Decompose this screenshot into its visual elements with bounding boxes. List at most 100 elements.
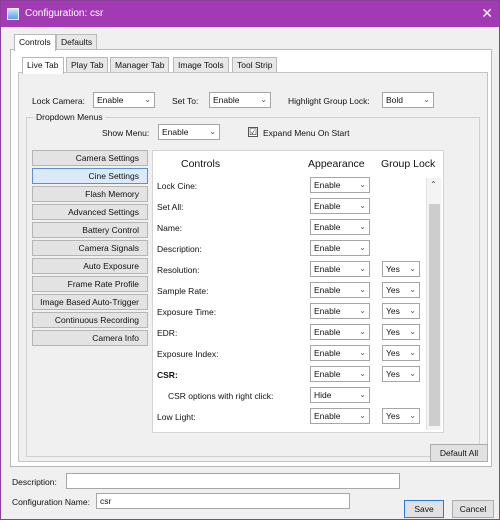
tab-defaults[interactable]: Defaults (56, 34, 98, 50)
expand-menu-label: Expand Menu On Start (263, 128, 350, 138)
appearance-value: Enable (314, 327, 341, 337)
group-lock-value: Yes (386, 348, 400, 358)
chevron-down-icon: ⌄ (359, 348, 366, 357)
appearance-dropdown[interactable]: Enable ⌄ (310, 408, 370, 424)
chevron-down-icon: ⌄ (359, 306, 366, 315)
appearance-dropdown[interactable]: Enable ⌄ (310, 282, 370, 298)
group-lock-dropdown[interactable]: Yes ⌄ (382, 324, 420, 340)
appearance-value: Enable (314, 243, 341, 253)
appearance-dropdown[interactable]: Enable ⌄ (310, 198, 370, 214)
appearance-dropdown[interactable]: Enable ⌄ (310, 240, 370, 256)
appearance-value: Enable (314, 180, 341, 190)
appearance-value: Enable (314, 348, 341, 358)
default-all-button[interactable]: Default All (430, 444, 488, 462)
row-label: CSR options with right click: (168, 391, 274, 401)
appearance-value: Enable (314, 411, 341, 421)
chevron-down-icon: ⌄ (423, 95, 430, 104)
save-button[interactable]: Save (404, 500, 444, 518)
tab-tool-strip[interactable]: Tool Strip (232, 57, 278, 73)
sidebar-camera-settings[interactable]: Camera Settings (32, 150, 148, 166)
scroll-thumb[interactable] (429, 204, 440, 426)
sidebar-continuous-recording[interactable]: Continuous Recording (32, 312, 148, 328)
appearance-dropdown[interactable]: Hide ⌄ (310, 387, 370, 403)
row-label: Exposure Time: (157, 307, 217, 317)
appearance-dropdown[interactable]: Enable ⌄ (310, 303, 370, 319)
chevron-down-icon: ⌄ (260, 95, 267, 104)
group-lock-value: Yes (386, 369, 400, 379)
dropdown-menus-title: Dropdown Menus (34, 112, 105, 122)
group-lock-value: Yes (386, 306, 400, 316)
lock-camera-label: Lock Camera: (32, 96, 85, 106)
sidebar-frame-rate-profile[interactable]: Frame Rate Profile (32, 276, 148, 292)
group-lock-dropdown[interactable]: Yes ⌄ (382, 282, 420, 298)
highlight-group-lock-value: Bold (386, 95, 404, 105)
row-label: Exposure Index: (157, 349, 219, 359)
tab-manager[interactable]: Manager Tab (110, 57, 170, 73)
group-lock-dropdown[interactable]: Yes ⌄ (382, 261, 420, 277)
configuration-name-input[interactable]: csr (96, 493, 350, 509)
scroll-up-icon[interactable]: ⌃ (430, 180, 437, 189)
column-header-controls: Controls (181, 158, 221, 170)
appearance-value: Enable (314, 285, 341, 295)
group-lock-value: Yes (386, 327, 400, 337)
appearance-dropdown[interactable]: Enable ⌄ (310, 366, 370, 382)
expand-menu-checkbox[interactable]: ☑ (248, 127, 258, 137)
tab-image-tools[interactable]: Image Tools (173, 57, 229, 73)
sidebar-auto-exposure[interactable]: Auto Exposure (32, 258, 148, 274)
appearance-value: Enable (314, 369, 341, 379)
chevron-down-icon: ⌄ (409, 369, 416, 378)
title-bar[interactable]: Configuration: csr ✕ (1, 1, 499, 27)
group-lock-value: Yes (386, 264, 400, 274)
sidebar-cine-settings[interactable]: Cine Settings (32, 168, 148, 184)
chevron-down-icon: ⌄ (359, 264, 366, 273)
tab-live[interactable]: Live Tab (22, 57, 64, 74)
set-to-dropdown[interactable]: Enable ⌄ (209, 92, 271, 108)
appearance-dropdown[interactable]: Enable ⌄ (310, 177, 370, 193)
appearance-dropdown[interactable]: Enable ⌄ (310, 261, 370, 277)
close-icon[interactable]: ✕ (481, 5, 493, 22)
group-lock-dropdown[interactable]: Yes ⌄ (382, 345, 420, 361)
set-to-label: Set To: (172, 96, 199, 106)
chevron-down-icon: ⌄ (409, 264, 416, 273)
sidebar-flash-memory[interactable]: Flash Memory (32, 186, 148, 202)
show-menu-value: Enable (162, 127, 189, 137)
row-label: Lock Cine: (157, 181, 198, 191)
column-header-group-lock: Group Lock (381, 158, 436, 170)
highlight-group-lock-dropdown[interactable]: Bold ⌄ (382, 92, 434, 108)
sidebar-advanced-settings[interactable]: Advanced Settings (32, 204, 148, 220)
row-label: Sample Rate: (157, 286, 209, 296)
chevron-down-icon: ⌄ (409, 348, 416, 357)
group-lock-value: Yes (386, 411, 400, 421)
tab-controls[interactable]: Controls (14, 34, 56, 51)
group-lock-dropdown[interactable]: Yes ⌄ (382, 366, 420, 382)
sidebar-camera-signals[interactable]: Camera Signals (32, 240, 148, 256)
group-lock-dropdown[interactable]: Yes ⌄ (382, 408, 420, 424)
group-lock-dropdown[interactable]: Yes ⌄ (382, 303, 420, 319)
chevron-down-icon: ⌄ (409, 411, 416, 420)
column-header-appearance: Appearance (308, 158, 365, 170)
chevron-down-icon: ⌄ (359, 243, 366, 252)
show-menu-dropdown[interactable]: Enable ⌄ (158, 124, 220, 140)
lock-camera-dropdown[interactable]: Enable ⌄ (93, 92, 155, 108)
sidebar-battery-control[interactable]: Battery Control (32, 222, 148, 238)
description-input[interactable] (66, 473, 400, 489)
cancel-button[interactable]: Cancel (452, 500, 494, 518)
window-title: Configuration: csr (25, 8, 104, 19)
row-label: Resolution: (157, 265, 200, 275)
appearance-value: Hide (314, 390, 332, 400)
appearance-dropdown[interactable]: Enable ⌄ (310, 345, 370, 361)
appearance-dropdown[interactable]: Enable ⌄ (310, 324, 370, 340)
appearance-value: Enable (314, 222, 341, 232)
chevron-down-icon: ⌄ (359, 180, 366, 189)
appearance-dropdown[interactable]: Enable ⌄ (310, 219, 370, 235)
sidebar-image-based-auto-trigger[interactable]: Image Based Auto-Trigger (32, 294, 148, 310)
tab-play[interactable]: Play Tab (66, 57, 109, 73)
chevron-down-icon: ⌄ (144, 95, 151, 104)
chevron-down-icon: ⌄ (359, 411, 366, 420)
row-label: Name: (157, 223, 183, 233)
description-label: Description: (12, 477, 57, 487)
sidebar-camera-info[interactable]: Camera Info (32, 330, 148, 346)
configuration-name-label: Configuration Name: (12, 497, 90, 507)
chevron-down-icon: ⌄ (359, 327, 366, 336)
grid-scrollbar[interactable]: ⌃ (426, 178, 441, 430)
